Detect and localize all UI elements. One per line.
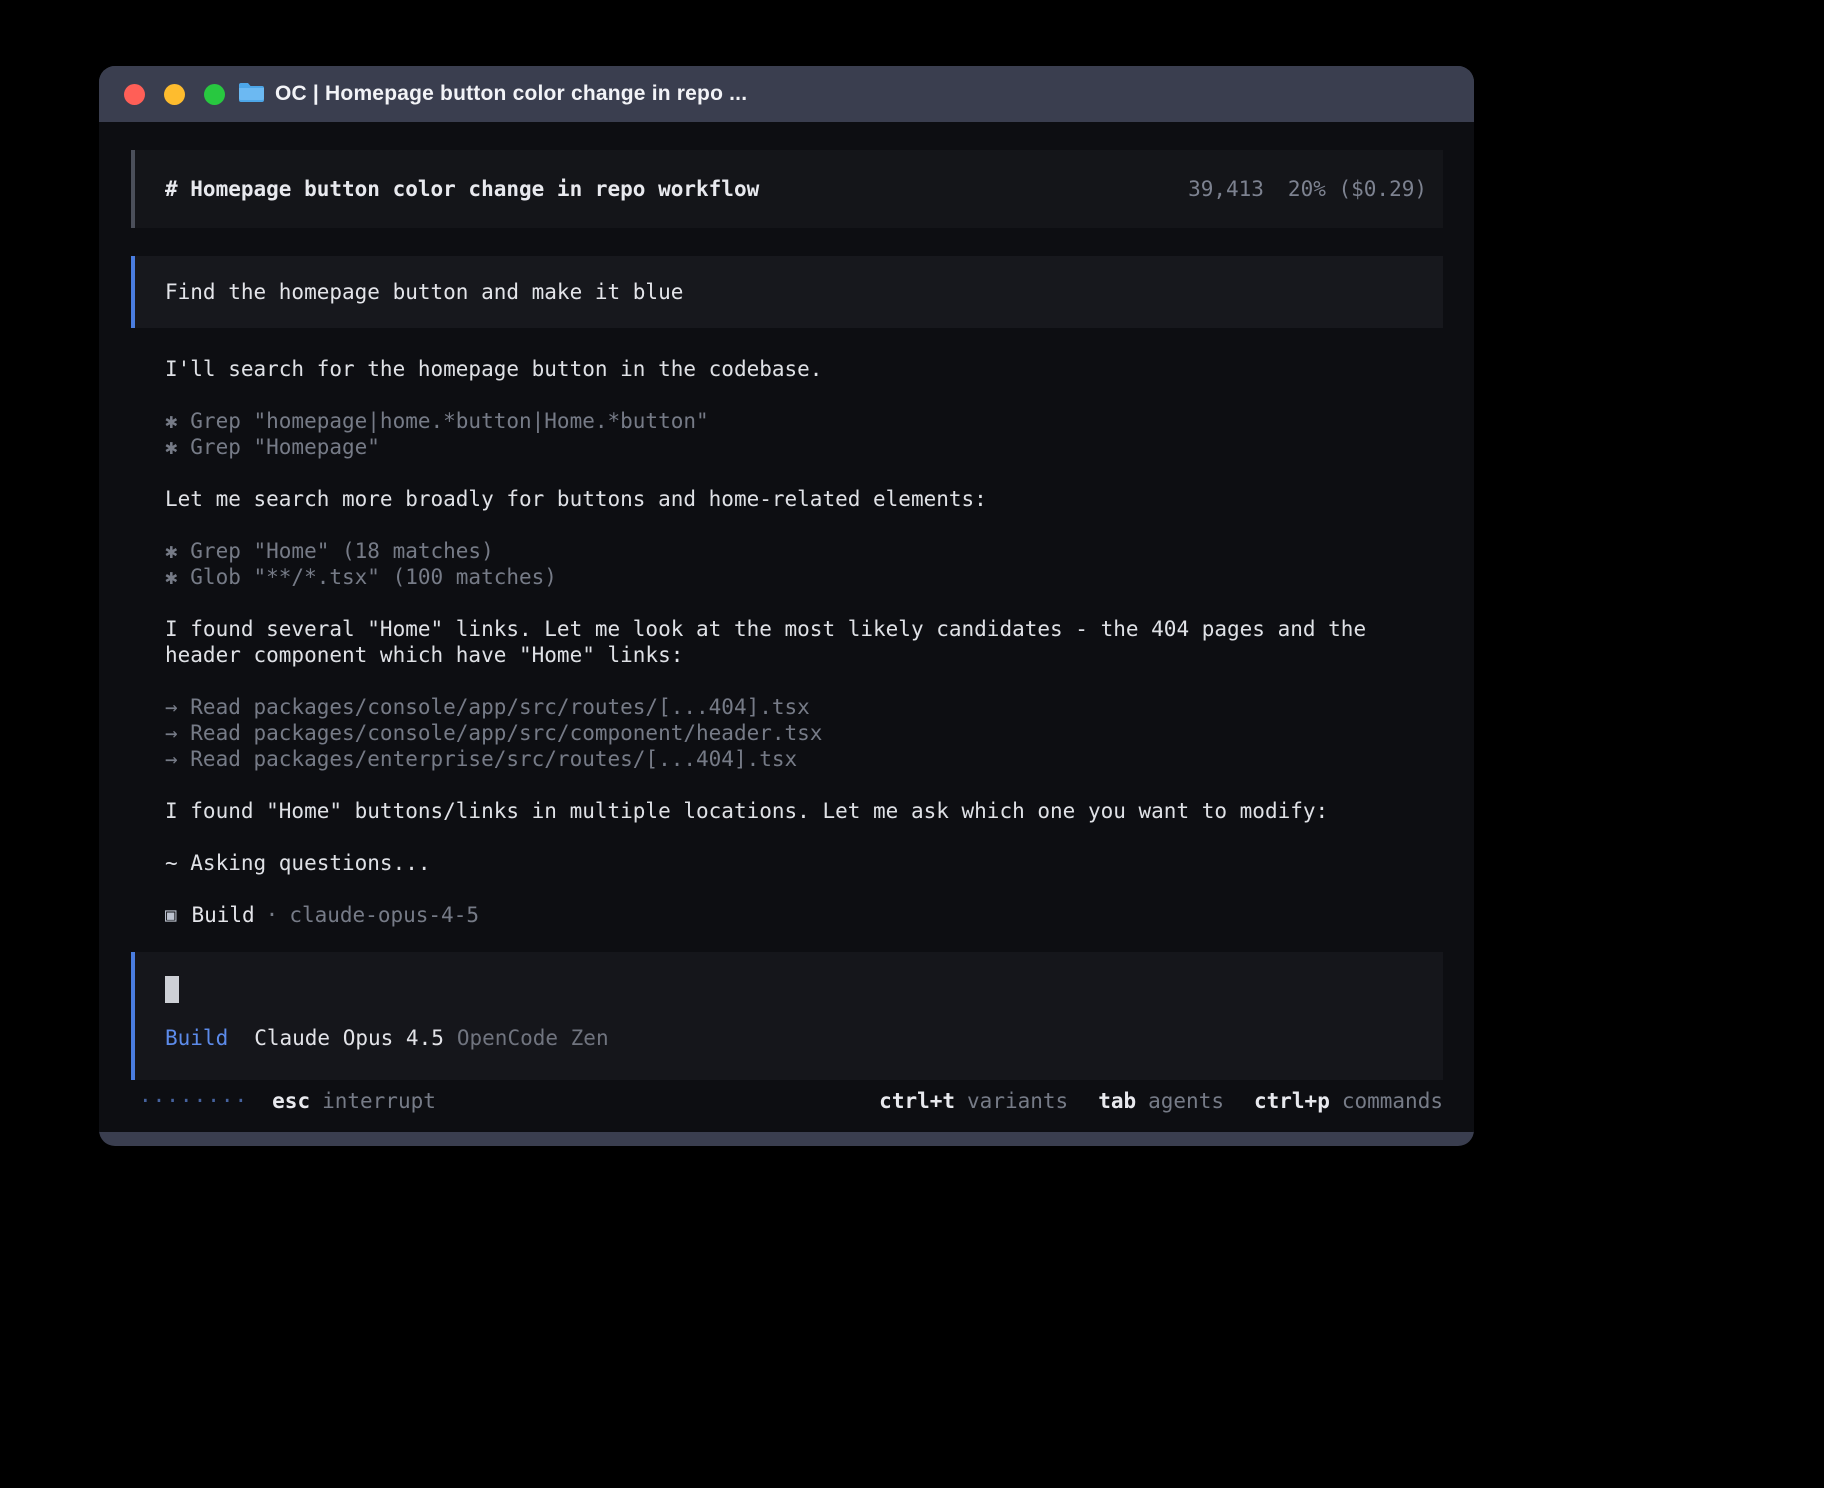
active-model: Claude Opus 4.5 (254, 1025, 444, 1051)
model-name: claude-opus-4-5 (289, 902, 479, 928)
shortcut-hints: ctrl+t variants tab agents ctrl+p comman… (879, 1088, 1443, 1114)
prompt-input[interactable]: Build Claude Opus 4.5 OpenCode Zen (131, 952, 1443, 1080)
window-title-group: OC | Homepage button color change in rep… (238, 81, 747, 107)
session-header: # Homepage button color change in repo w… (131, 150, 1443, 228)
interrupt-hint: esc interrupt (272, 1088, 436, 1114)
mode-indicator: Build (165, 1025, 228, 1051)
window-titlebar: OC | Homepage button color change in rep… (99, 66, 1474, 122)
minimize-button[interactable] (164, 84, 185, 105)
esc-key-hint: esc (272, 1088, 310, 1114)
context-usage: 20% ($0.29) (1288, 176, 1427, 202)
tool-call-line: ✱ Grep "homepage|home.*button|Home.*butt… (131, 408, 1443, 434)
assistant-message: I found several "Home" links. Let me loo… (131, 616, 1443, 668)
token-count: 39,413 (1188, 176, 1264, 202)
shortcut-agents: tab agents (1098, 1088, 1224, 1114)
assistant-status-message: ~ Asking questions... (131, 850, 1443, 876)
spinner-dots: ········ (139, 1088, 248, 1114)
tool-call-group: ✱ Grep "Home" (18 matches) ✱ Glob "**/*.… (131, 538, 1443, 590)
tool-call-group: ✱ Grep "homepage|home.*button|Home.*butt… (131, 408, 1443, 460)
shortcut-variants: ctrl+t variants (879, 1088, 1068, 1114)
input-meta-row: Build Claude Opus 4.5 OpenCode Zen (165, 1025, 1443, 1051)
tool-call-line: ✱ Glob "**/*.tsx" (100 matches) (131, 564, 1443, 590)
zoom-button[interactable] (204, 84, 225, 105)
shortcut-commands: ctrl+p commands (1254, 1088, 1443, 1114)
user-message-text: Find the homepage button and make it blu… (165, 279, 683, 305)
status-bar: ········ esc interrupt ctrl+t variants t… (131, 1088, 1443, 1114)
session-title: # Homepage button color change in repo w… (165, 176, 759, 202)
user-message: Find the homepage button and make it blu… (131, 256, 1443, 328)
assistant-message: I'll search for the homepage button in t… (131, 356, 1443, 382)
window-title: OC | Homepage button color change in rep… (275, 82, 747, 106)
assistant-message: I found "Home" buttons/links in multiple… (131, 798, 1443, 824)
agent-icon: ▣ (165, 902, 176, 928)
tool-call-line: ✱ Grep "Home" (18 matches) (131, 538, 1443, 564)
session-scroll-area[interactable]: # Homepage button color change in repo w… (99, 122, 1474, 1132)
folder-icon (238, 81, 265, 107)
agent-name: Build (191, 902, 254, 928)
esc-key-label: interrupt (322, 1088, 436, 1114)
model-provider: OpenCode Zen (457, 1025, 609, 1051)
terminal-window: OC | Homepage button color change in rep… (99, 66, 1474, 1146)
agent-status-line: ▣ Build · claude-opus-4-5 (131, 902, 1443, 928)
file-read-line: → Read packages/console/app/src/routes/[… (131, 694, 1443, 720)
file-read-line: → Read packages/console/app/src/componen… (131, 720, 1443, 746)
separator-dot: · (266, 902, 279, 928)
session-stats: 39,413 20% ($0.29) (1188, 176, 1427, 202)
tool-call-line: ✱ Grep "Homepage" (131, 434, 1443, 460)
file-read-group: → Read packages/console/app/src/routes/[… (131, 694, 1443, 772)
assistant-message: Let me search more broadly for buttons a… (131, 486, 1443, 512)
text-cursor (165, 976, 179, 1003)
traffic-lights (124, 84, 225, 105)
file-read-line: → Read packages/enterprise/src/routes/[.… (131, 746, 1443, 772)
close-button[interactable] (124, 84, 145, 105)
